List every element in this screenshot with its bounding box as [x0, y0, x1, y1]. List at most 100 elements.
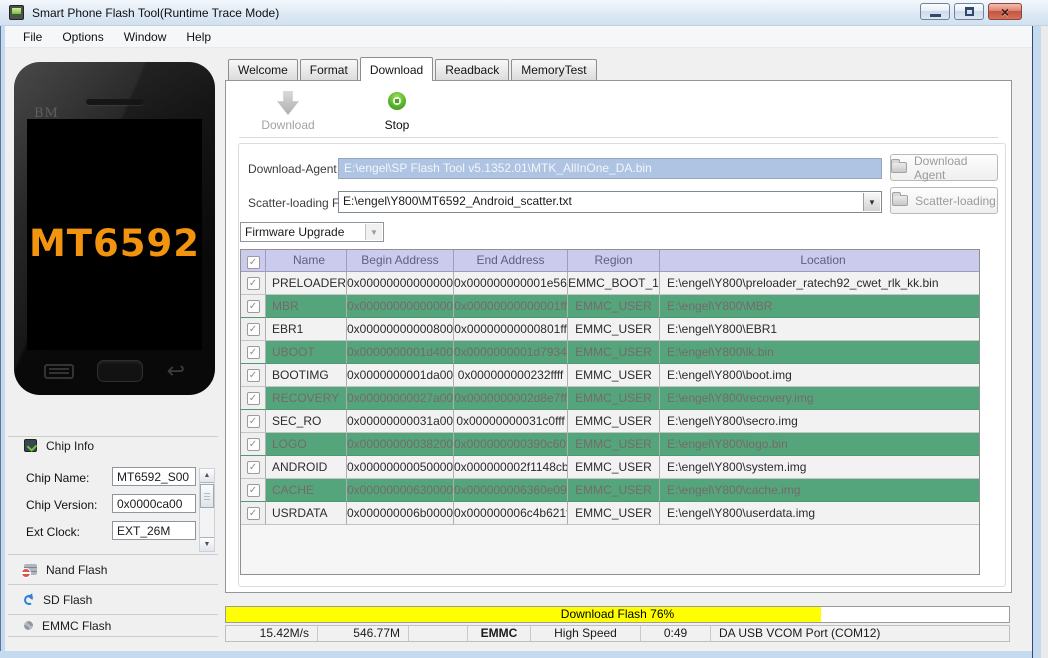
chevron-down-icon[interactable]: ▼: [365, 224, 382, 240]
close-button[interactable]: ×: [988, 3, 1022, 20]
cell-end-address: 0x0000000002d8e7ff: [454, 387, 568, 410]
checkbox-checked[interactable]: ✓: [247, 346, 260, 359]
menu-item-file[interactable]: File: [13, 27, 52, 47]
download-agent-field[interactable]: E:\engel\SP Flash Tool v5.1352.01\MTK_Al…: [338, 158, 882, 179]
chevron-down-icon[interactable]: ▼: [863, 193, 880, 211]
row-checkbox-cell[interactable]: ✓: [241, 433, 266, 456]
maximize-button[interactable]: [954, 3, 984, 20]
scroll-down-icon[interactable]: ▼: [200, 537, 214, 551]
download-action-icon[interactable]: [277, 91, 299, 115]
phone-back-icon: ↩: [167, 361, 185, 381]
tab-download[interactable]: Download: [360, 57, 433, 81]
tab-welcome[interactable]: Welcome: [228, 59, 298, 80]
partition-row-android[interactable]: ✓ANDROID0x00000000050000000x000000002f11…: [241, 456, 979, 479]
titlebar[interactable]: Smart Phone Flash Tool(Runtime Trace Mod…: [0, 0, 1048, 26]
row-checkbox-cell[interactable]: ✓: [241, 341, 266, 364]
stop-action-label[interactable]: Stop: [352, 118, 442, 132]
checkbox-checked[interactable]: ✓: [247, 507, 260, 520]
tab-memorytest[interactable]: MemoryTest: [511, 59, 596, 80]
partition-row-sec_ro[interactable]: ✓SEC_RO0x00000000031a00000x00000000031c0…: [241, 410, 979, 433]
column-header-begin-address[interactable]: Begin Address: [347, 250, 454, 272]
section-nand-flash[interactable]: Nand Flash: [8, 554, 218, 584]
checkbox-checked[interactable]: ✓: [247, 277, 260, 290]
emmc-flash-title: EMMC Flash: [42, 619, 111, 633]
partition-row-ebr1[interactable]: ✓EBR10x00000000000800000x00000000000801f…: [241, 318, 979, 341]
download-agent-button[interactable]: Download Agent: [890, 154, 998, 181]
row-checkbox-cell[interactable]: ✓: [241, 295, 266, 318]
chip-field-row: Ext Clock: EXT_26M: [8, 520, 218, 547]
column-header-end-address[interactable]: End Address: [454, 250, 568, 272]
partition-row-usrdata[interactable]: ✓USRDATA0x000000006b0000000x000000006c4b…: [241, 502, 979, 525]
row-checkbox-cell[interactable]: ✓: [241, 272, 266, 295]
cell-name: USRDATA: [266, 502, 347, 525]
scatter-loading-button[interactable]: Scatter-loading: [890, 187, 998, 214]
download-action-label[interactable]: Download: [243, 118, 333, 132]
phone-menu-icon: [44, 364, 74, 379]
menu-item-window[interactable]: Window: [114, 27, 177, 47]
folder-icon: [891, 162, 907, 173]
checkbox-checked[interactable]: ✓: [247, 369, 260, 382]
cell-end-address: 0x00000000000001ff: [454, 295, 568, 318]
partition-row-mbr[interactable]: ✓MBR0x00000000000000000x00000000000001ff…: [241, 295, 979, 318]
column-header-region[interactable]: Region: [568, 250, 660, 272]
tab-format[interactable]: Format: [300, 59, 358, 80]
select-all-header[interactable]: ✓: [241, 250, 266, 272]
cell-region: EMMC_USER: [568, 410, 660, 433]
window-border-bottom: [0, 651, 1041, 658]
checkbox-checked[interactable]: ✓: [247, 392, 260, 405]
chip-field-value[interactable]: EXT_26M: [112, 521, 196, 540]
scroll-thumb[interactable]: [200, 484, 214, 508]
row-checkbox-cell[interactable]: ✓: [241, 410, 266, 433]
scroll-up-icon[interactable]: ▲: [200, 469, 214, 483]
checkbox-checked[interactable]: ✓: [247, 484, 260, 497]
menu-item-options[interactable]: Options: [52, 27, 113, 47]
download-progress-bar: Download Flash 76%: [225, 606, 1010, 623]
row-checkbox-cell[interactable]: ✓: [241, 502, 266, 525]
partition-row-logo[interactable]: ✓LOGO0x00000000038200000x000000000390c60…: [241, 433, 979, 456]
partition-row-uboot[interactable]: ✓UBOOT0x0000000001d400000x0000000001d793…: [241, 341, 979, 364]
row-checkbox-cell[interactable]: ✓: [241, 387, 266, 410]
column-header-location[interactable]: Location: [660, 250, 979, 272]
section-sd-flash[interactable]: SD Flash: [8, 584, 218, 614]
status-cell-elapsed-time: 0:49: [641, 626, 711, 641]
column-header-name[interactable]: Name: [266, 250, 347, 272]
download-groupbox: Download-Agent E:\engel\SP Flash Tool v5…: [238, 143, 1006, 587]
chip-scrollbar[interactable]: ▲ ▼: [199, 468, 215, 552]
section-chip-info[interactable]: Chip Info: [8, 436, 218, 454]
chip-field-value[interactable]: 0x0000ca00: [112, 494, 196, 513]
scatter-loading-button-label: Scatter-loading: [915, 194, 996, 208]
chip-field-label: Ext Clock:: [26, 525, 80, 539]
cell-name: CACHE: [266, 479, 347, 502]
row-checkbox-cell[interactable]: ✓: [241, 364, 266, 387]
table-header-row: ✓ NameBegin AddressEnd AddressRegionLoca…: [241, 250, 979, 272]
chip-info-title: Chip Info: [46, 439, 94, 453]
partition-row-recovery[interactable]: ✓RECOVERY0x00000000027a00000x0000000002d…: [241, 387, 979, 410]
scatter-file-combobox[interactable]: E:\engel\Y800\MT6592_Android_scatter.txt…: [338, 191, 882, 213]
chip-field-value[interactable]: MT6592_S00: [112, 467, 196, 486]
checkbox-checked[interactable]: ✓: [247, 438, 260, 451]
chip-field-row: Chip Version: 0x0000ca00: [8, 493, 218, 520]
menu-item-help[interactable]: Help: [176, 27, 221, 47]
row-checkbox-cell[interactable]: ✓: [241, 479, 266, 502]
partition-row-bootimg[interactable]: ✓BOOTIMG0x0000000001da00000x000000000232…: [241, 364, 979, 387]
row-checkbox-cell[interactable]: ✓: [241, 456, 266, 479]
minimize-button[interactable]: [920, 3, 950, 20]
checkbox-checked[interactable]: ✓: [247, 300, 260, 313]
section-emmc-flash[interactable]: EMMC Flash: [8, 614, 218, 637]
checkbox-checked[interactable]: ✓: [247, 461, 260, 474]
stop-action-icon[interactable]: [388, 92, 406, 110]
cell-location: E:\engel\Y800\userdata.img: [660, 502, 979, 525]
partition-row-cache[interactable]: ✓CACHE0x00000000630000000x000000006360e0…: [241, 479, 979, 502]
flash-mode-combobox[interactable]: Firmware Upgrade ▼: [240, 222, 384, 242]
maximize-icon: [965, 7, 974, 16]
cell-region: EMMC_USER: [568, 433, 660, 456]
window-border-right[interactable]: [1032, 26, 1041, 658]
cell-end-address: 0x000000006360e093: [454, 479, 568, 502]
partition-row-preloader[interactable]: ✓PRELOADER0x00000000000000000x0000000000…: [241, 272, 979, 295]
chip-field-label: Chip Version:: [26, 498, 97, 512]
checkbox-checked[interactable]: ✓: [247, 323, 260, 336]
checkbox-checked[interactable]: ✓: [247, 415, 260, 428]
tab-readback[interactable]: Readback: [435, 59, 509, 80]
row-checkbox-cell[interactable]: ✓: [241, 318, 266, 341]
checkbox-checked[interactable]: ✓: [247, 256, 260, 269]
